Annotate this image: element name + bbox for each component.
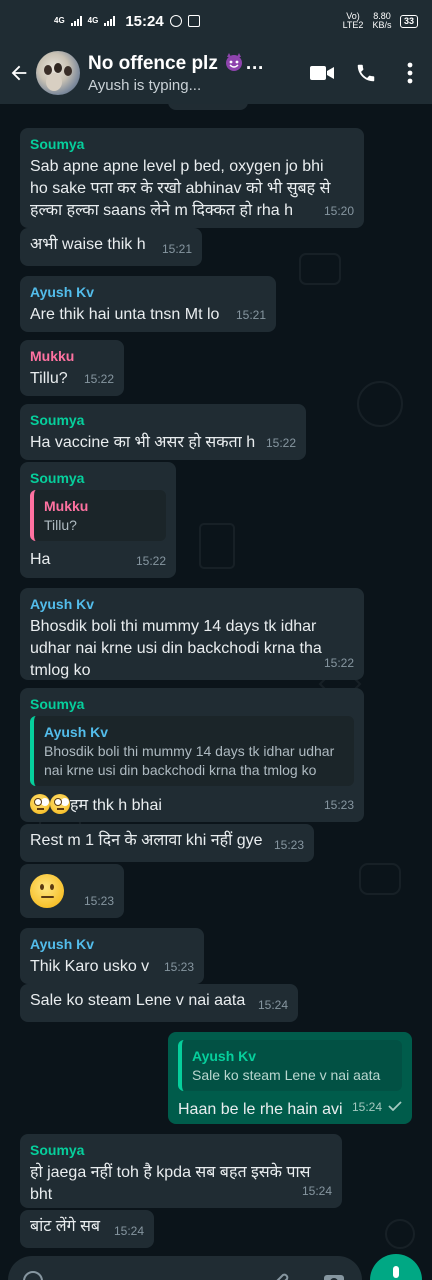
video-call-icon: [310, 66, 334, 80]
emoji-icon[interactable]: [22, 1270, 44, 1280]
message-text: Bhosdik boli thi mummy 14 days tk idhar …: [30, 618, 322, 679]
message-bubble[interactable]: Rest m 1 दिन के अलावा khi नहीं gye 15:23: [20, 824, 314, 862]
signal-icon-2: [104, 16, 116, 26]
message-time: 15:22: [265, 436, 296, 450]
message-sender: Ayush Kv: [30, 284, 95, 300]
message-text: Rest m 1 दिन के अलावा khi नहीं gye: [30, 832, 263, 849]
partial-message-bubble: [168, 104, 248, 110]
read-receipt-icon: [388, 1101, 402, 1111]
message-time: 15:24: [301, 1184, 332, 1198]
message-bubble[interactable]: Soumya हो jaega नहीं toh है kpda सब बहत …: [20, 1134, 342, 1208]
status-time: 15:24: [125, 12, 164, 30]
message-text: हम thk h bhai: [70, 797, 162, 814]
message-time: 15:22: [83, 372, 114, 386]
quoted-sender: Ayush Kv: [192, 1048, 257, 1064]
message-time: 15:24: [257, 998, 288, 1012]
message-bubble[interactable]: Soumya Ha vaccine का भी असर हो सकता h 15…: [20, 404, 306, 460]
message-text: हो jaega नहीं toh है kpda सब बहत इसके पा…: [30, 1164, 311, 1203]
message-time: 15:22: [135, 554, 166, 568]
chat-area[interactable]: Soumya Sab apne apne level p bed, oxygen…: [0, 104, 432, 1280]
message-bubble[interactable]: Mukku Tillu? 15:22: [20, 340, 124, 396]
chat-title: No offence plz …: [88, 53, 265, 74]
message-text: Sale ko steam Lene v nai aata: [30, 992, 246, 1009]
message-sender: Soumya: [30, 1142, 85, 1158]
outgoing-reply-bubble[interactable]: Ayush Kv Sale ko steam Lene v nai aata H…: [168, 1032, 412, 1124]
message-bubble[interactable]: अभी waise thik h 15:21: [20, 228, 202, 266]
network-indicator-1: 4G: [54, 16, 65, 25]
message-sender: Soumya: [30, 136, 85, 152]
message-time: 15:24: [113, 1224, 144, 1238]
message-time: 15:23: [163, 960, 194, 974]
message-sender: Ayush Kv: [30, 596, 95, 612]
message-text: Sab apne apne level p bed, oxygen jo bhi…: [30, 158, 331, 219]
message-time: 15:23: [83, 894, 114, 908]
group-avatar[interactable]: [36, 51, 80, 95]
message-text: Are thik hai unta tnsn Mt lo: [30, 306, 220, 323]
chat-title-block[interactable]: No offence plz … Ayush is typing...: [88, 52, 300, 94]
voice-call-icon: [357, 64, 375, 82]
message-input-bar[interactable]: [8, 1256, 362, 1280]
message-time: 15:22: [323, 656, 354, 670]
message-time: 15:20: [323, 204, 354, 218]
message-time: 15:23: [273, 838, 304, 852]
mic-icon: [393, 1266, 399, 1278]
reply-message-bubble[interactable]: Soumya Ayush Kv Bhosdik boli thi mummy 1…: [20, 688, 364, 822]
whatsapp-notification-icon: [169, 15, 182, 27]
message-text-row: हम thk h bhai: [30, 794, 354, 817]
battery-icon: 33: [399, 14, 418, 28]
smiling-devil-emoji-icon: [226, 53, 243, 71]
signal-icon-1: [70, 16, 82, 26]
quoted-text: Tillu?: [44, 517, 77, 533]
attach-icon[interactable]: [270, 1270, 292, 1280]
video-call-button[interactable]: [300, 42, 344, 104]
message-time: 15:21: [161, 242, 192, 256]
more-options-icon: [407, 62, 413, 84]
quoted-text: Sale ko steam Lene v nai aata: [192, 1067, 381, 1083]
face-with-rolling-eyes-emoji-icon: [50, 794, 70, 814]
typing-status: Ayush is typing...: [88, 77, 202, 94]
face-with-rolling-eyes-emoji-icon: [30, 794, 50, 814]
more-options-button[interactable]: [388, 42, 432, 104]
message-bubble[interactable]: बांट लेंगे सब 15:24: [20, 1210, 154, 1248]
message-time-row: 15:24: [352, 1096, 402, 1118]
reply-message-bubble[interactable]: Soumya Mukku Tillu? Ha 15:22: [20, 462, 176, 578]
message-sender: Ayush Kv: [30, 936, 95, 952]
network-speed: 8.80 KB/s: [372, 11, 392, 30]
quoted-message[interactable]: Mukku Tillu?: [30, 490, 166, 541]
message-time: 15:21: [235, 308, 266, 322]
quoted-text: Bhosdik boli thi mummy 14 days tk idhar …: [44, 743, 335, 778]
message-bubble[interactable]: Ayush Kv Bhosdik boli thi mummy 14 days …: [20, 588, 364, 680]
back-arrow-icon[interactable]: [2, 42, 36, 104]
message-bubble[interactable]: Ayush Kv Are thik hai unta tnsn Mt lo 15…: [20, 276, 276, 332]
message-bubble[interactable]: Ayush Kv Thik Karo usko v 15:23: [20, 928, 204, 984]
quoted-message[interactable]: Ayush Kv Bhosdik boli thi mummy 14 days …: [30, 716, 354, 786]
neutral-face-emoji-icon: [30, 874, 64, 908]
voice-call-button[interactable]: [344, 42, 388, 104]
status-bar: 4G 4G 15:24 Vo) LTE2 8.80 KB/s 33: [0, 0, 432, 42]
message-text: Ha vaccine का भी असर हो सकता h: [30, 434, 256, 451]
message-time: 15:24: [351, 1100, 382, 1114]
quoted-sender: Mukku: [44, 498, 89, 514]
quoted-sender: Ayush Kv: [44, 724, 109, 740]
message-sender: Mukku: [30, 348, 75, 364]
message-sender: Soumya: [30, 470, 85, 486]
message-sender: Soumya: [30, 696, 85, 712]
message-bubble[interactable]: Soumya Sab apne apne level p bed, oxygen…: [20, 128, 364, 228]
chat-header: No offence plz … Ayush is typing...: [0, 42, 432, 104]
message-sender: Soumya: [30, 412, 85, 428]
message-time: 15:23: [323, 798, 354, 812]
network-indicator-2: 4G: [87, 16, 99, 25]
emoji-message-bubble[interactable]: 15:23: [20, 864, 124, 918]
quoted-message[interactable]: Ayush Kv Sale ko steam Lene v nai aata: [178, 1040, 402, 1091]
volte-indicator: Vo) LTE2: [342, 11, 364, 30]
message-bubble[interactable]: Sale ko steam Lene v nai aata 15:24: [20, 984, 298, 1022]
app-notification-icon: [187, 15, 200, 27]
camera-icon[interactable]: [322, 1270, 346, 1280]
